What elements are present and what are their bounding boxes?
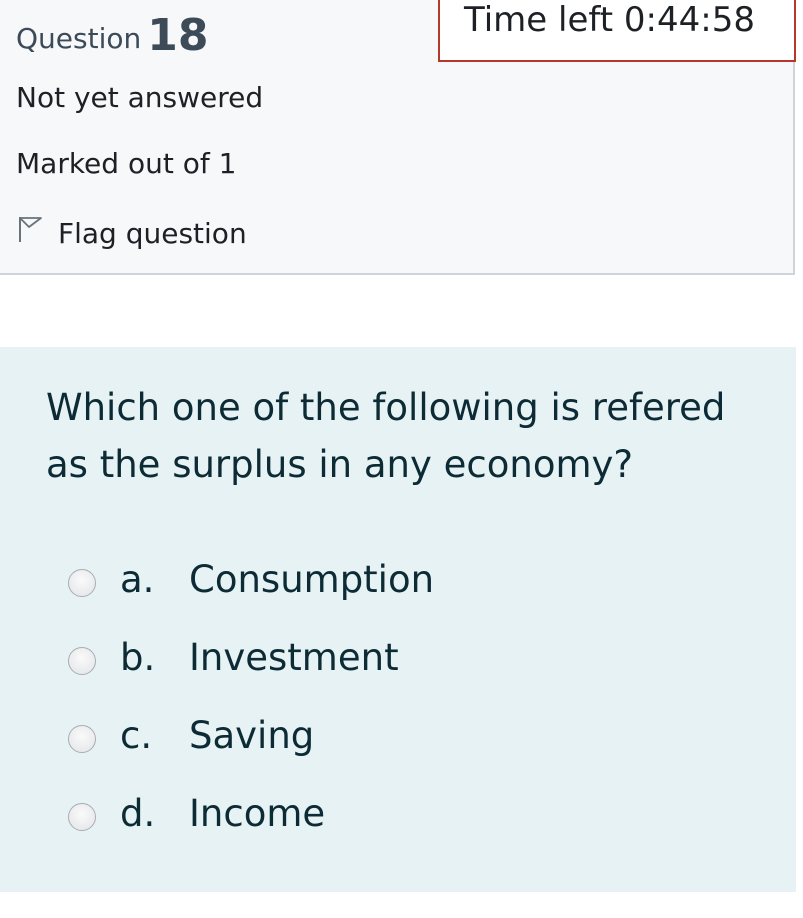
question-number: 18: [147, 10, 209, 61]
answer-option-a[interactable]: a. Consumption: [68, 554, 434, 604]
flag-question-label: Flag question: [58, 216, 247, 250]
option-letter-c: c.: [120, 713, 153, 757]
flag-icon[interactable]: [16, 214, 58, 253]
answer-option-b[interactable]: b. Investment: [68, 632, 399, 682]
question-formulation: Which one of the following is refered as…: [0, 347, 796, 892]
question-state: Not yet answered: [16, 81, 264, 114]
flag-question-button[interactable]: Flag question: [16, 214, 247, 253]
radio-button-b[interactable]: [68, 647, 96, 675]
question-grade: Marked out of 1: [16, 147, 237, 180]
radio-button-a[interactable]: [68, 569, 96, 597]
question-text: Which one of the following is refered as…: [46, 386, 726, 486]
option-label-a[interactable]: Consumption: [189, 558, 434, 601]
quiz-timer: Time left 0:44:58: [438, 0, 796, 62]
answer-option-c[interactable]: c. Saving: [68, 710, 314, 760]
radio-button-c[interactable]: [68, 725, 96, 753]
option-label-d[interactable]: Income: [189, 792, 325, 835]
option-label-c[interactable]: Saving: [189, 714, 314, 757]
option-letter-d: d.: [120, 791, 156, 835]
option-label-b[interactable]: Investment: [189, 636, 399, 679]
option-letter-b: b.: [120, 635, 156, 679]
question-word: Question: [16, 22, 142, 55]
option-letter-a: a.: [120, 557, 155, 601]
answer-option-d[interactable]: d. Income: [68, 788, 325, 838]
question-number-heading: Question 18: [16, 14, 208, 59]
radio-button-d[interactable]: [68, 803, 96, 831]
